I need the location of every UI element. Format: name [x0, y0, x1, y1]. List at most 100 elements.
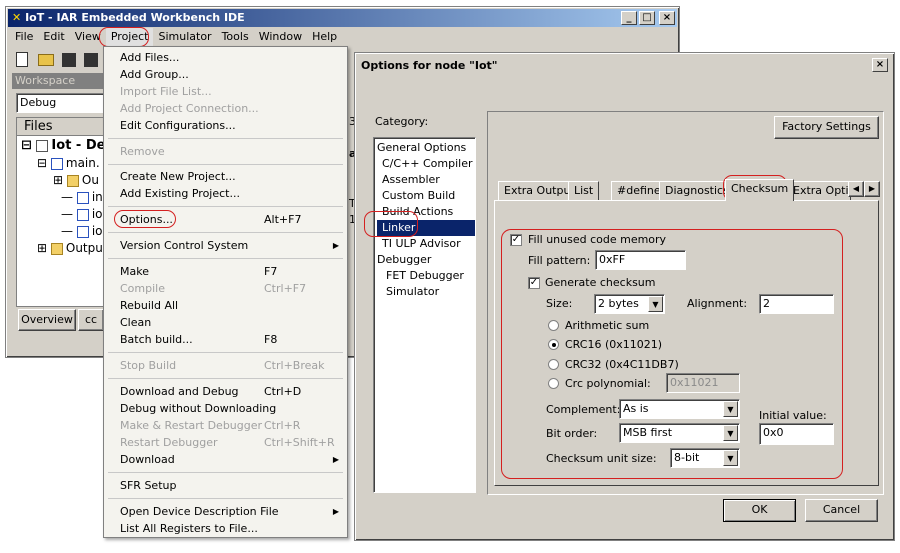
- menu-item-open-device-description[interactable]: Open Device Description File: [120, 503, 279, 520]
- size-label: Size:: [546, 297, 573, 310]
- fill-unused-checkbox[interactable]: ✓: [510, 234, 522, 246]
- tab-scroll-left-button[interactable]: ◀: [848, 181, 864, 197]
- submenu-arrow-icon: ▶: [332, 455, 339, 464]
- crc-polynomial-label: Crc polynomial:: [565, 377, 651, 390]
- menu-item-batch-build[interactable]: Batch build...: [120, 331, 193, 348]
- tree-main[interactable]: ⊟ main.: [37, 155, 100, 171]
- dropdown-arrow-icon: ▼: [723, 450, 738, 466]
- folder-icon: [50, 242, 63, 255]
- menu-item-create-new-project[interactable]: Create New Project...: [120, 168, 236, 185]
- cc-tab[interactable]: cc: [78, 309, 104, 331]
- menu-item-add-files[interactable]: Add Files...: [120, 49, 179, 66]
- overview-tab[interactable]: Overview: [18, 309, 76, 331]
- tab-extra-options[interactable]: Extra Optio: [787, 181, 851, 201]
- fill-unused-label: Fill unused code memory: [528, 233, 667, 246]
- highlight-project-menu: [99, 27, 149, 47]
- crc16-label: CRC16 (0x11021): [565, 338, 663, 351]
- menu-edit[interactable]: Edit: [38, 28, 69, 46]
- size-select[interactable]: 2 bytes ▼: [594, 294, 665, 314]
- new-file-icon[interactable]: [16, 52, 28, 67]
- shortcut-restart-debugger: Ctrl+Shift+R: [264, 436, 335, 449]
- c-file-icon: [50, 157, 63, 170]
- menu-item-add-existing-project[interactable]: Add Existing Project...: [120, 185, 240, 202]
- menu-item-sfr-setup[interactable]: SFR Setup: [120, 477, 176, 494]
- category-fet-debugger[interactable]: FET Debugger: [386, 268, 464, 284]
- alignment-input[interactable]: 2: [759, 294, 834, 314]
- menu-item-version-control[interactable]: Version Control System: [120, 237, 248, 254]
- ok-button[interactable]: OK: [723, 499, 796, 522]
- shortcut-options: Alt+F7: [264, 213, 302, 226]
- tab-checksum[interactable]: Checksum: [725, 179, 795, 201]
- menu-simulator[interactable]: Simulator: [153, 28, 216, 46]
- category-assembler[interactable]: Assembler: [382, 172, 440, 188]
- tab-scroll-right-button[interactable]: ▶: [864, 181, 880, 197]
- category-general-options[interactable]: General Options: [377, 140, 466, 156]
- menu-item-stop-build: Stop Build: [120, 359, 177, 372]
- cancel-button[interactable]: Cancel: [805, 499, 878, 522]
- tree-output[interactable]: ⊞ Ou: [53, 172, 99, 188]
- category-simulator[interactable]: Simulator: [386, 284, 439, 300]
- menu-item-remove: Remove: [120, 145, 165, 158]
- initial-value-input[interactable]: 0x0: [759, 423, 834, 445]
- configuration-select[interactable]: Debug: [16, 93, 106, 113]
- menu-item-debug-without-downloading[interactable]: Debug without Downloading: [120, 400, 276, 417]
- project-icon: [36, 139, 49, 152]
- menu-separator: [108, 206, 343, 207]
- menu-separator: [108, 258, 343, 259]
- menu-item-edit-configurations[interactable]: Edit Configurations...: [120, 117, 236, 134]
- menu-item-download[interactable]: Download: [120, 451, 175, 468]
- initial-value-label: Initial value:: [759, 409, 827, 422]
- menu-separator: [108, 164, 343, 165]
- folder-icon: [66, 174, 79, 187]
- factory-settings-button[interactable]: Factory Settings: [774, 116, 879, 139]
- bit-order-label: Bit order:: [546, 427, 598, 440]
- menu-item-list-all-registers[interactable]: List All Registers to File...: [120, 520, 258, 537]
- menu-separator: [108, 498, 343, 499]
- save-icon[interactable]: [62, 53, 76, 67]
- checksum-unit-size-select[interactable]: 8-bit ▼: [670, 448, 740, 468]
- menu-item-clean[interactable]: Clean: [120, 314, 151, 331]
- menu-separator: [108, 472, 343, 473]
- menu-help[interactable]: Help: [307, 28, 342, 46]
- menu-item-compile: Compile: [120, 282, 165, 295]
- complement-select[interactable]: As is ▼: [619, 399, 740, 419]
- checksum-unit-size-label: Checksum unit size:: [546, 452, 657, 465]
- highlight-linker: [364, 211, 418, 237]
- menu-item-add-group[interactable]: Add Group...: [120, 66, 189, 83]
- category-c-compiler[interactable]: C/C++ Compiler: [382, 156, 473, 172]
- dropdown-arrow-icon: ▼: [723, 425, 738, 441]
- menu-separator: [108, 232, 343, 233]
- menu-item-add-project-connection: Add Project Connection...: [120, 102, 259, 115]
- tab-list[interactable]: List: [568, 181, 600, 201]
- category-debugger[interactable]: Debugger: [377, 252, 431, 268]
- open-folder-icon[interactable]: [38, 54, 54, 66]
- crc-polynomial-input: 0x11021: [666, 373, 740, 393]
- maximize-button[interactable]: □: [639, 11, 655, 25]
- dialog-close-button[interactable]: ×: [872, 58, 888, 72]
- tree-outpu[interactable]: ⊞ Outpu: [37, 240, 103, 256]
- menu-item-make-restart-debugger: Make & Restart Debugger: [120, 419, 263, 432]
- arithmetic-sum-radio[interactable]: [548, 320, 559, 331]
- bit-order-select[interactable]: MSB first ▼: [619, 423, 740, 443]
- crc16-radio[interactable]: [548, 339, 559, 350]
- crc32-radio[interactable]: [548, 359, 559, 370]
- generate-checksum-checkbox[interactable]: ✓: [528, 277, 540, 289]
- header-file-icon: [76, 225, 89, 238]
- minimize-button[interactable]: _: [621, 11, 637, 25]
- category-custom-build[interactable]: Custom Build: [382, 188, 455, 204]
- fill-pattern-input[interactable]: 0xFF: [595, 250, 686, 270]
- tree-project[interactable]: ⊟ Iot - De: [21, 138, 105, 154]
- shortcut-make: F7: [264, 265, 278, 278]
- menu-item-make[interactable]: Make: [120, 263, 149, 280]
- close-button[interactable]: ×: [659, 11, 675, 25]
- shortcut-make-restart: Ctrl+R: [264, 419, 301, 432]
- category-ti-ulp-advisor[interactable]: TI ULP Advisor: [382, 236, 461, 252]
- menu-file[interactable]: File: [10, 28, 38, 46]
- crc-polynomial-radio[interactable]: [548, 378, 559, 389]
- save-all-icon[interactable]: [84, 53, 98, 67]
- menu-item-rebuild-all[interactable]: Rebuild All: [120, 297, 178, 314]
- menu-tools[interactable]: Tools: [217, 28, 254, 46]
- menu-window[interactable]: Window: [254, 28, 307, 46]
- menu-item-download-and-debug[interactable]: Download and Debug: [120, 383, 239, 400]
- toolbar: [10, 49, 110, 71]
